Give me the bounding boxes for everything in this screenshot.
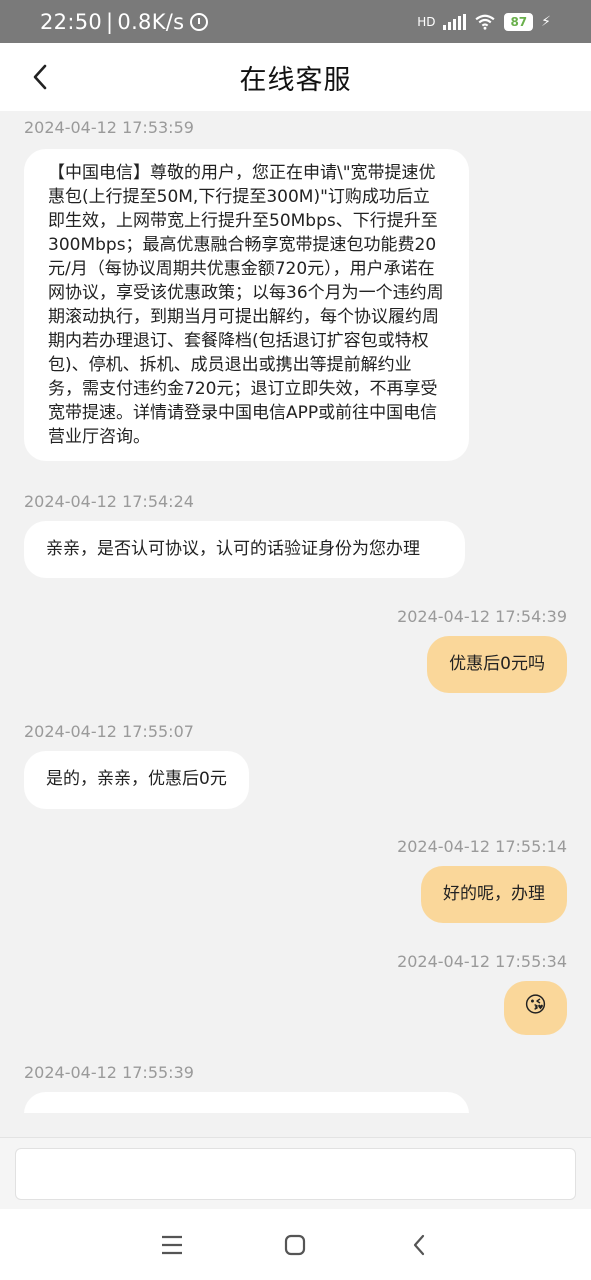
alarm-icon [190, 12, 209, 31]
page-title: 在线客服 [239, 64, 352, 96]
incoming-message-bubble [24, 1092, 469, 1113]
charging-icon: ⚡ [541, 13, 551, 30]
wifi-icon [475, 14, 496, 30]
battery-level: 87 [510, 14, 528, 29]
input-area [0, 1137, 591, 1209]
header: 在线客服 [0, 43, 591, 111]
message-timestamp: 2024-04-12 17:55:39 [24, 1063, 194, 1082]
signal-icon [443, 13, 467, 30]
message-timestamp: 2024-04-12 17:53:59 [24, 118, 194, 137]
hd-label: HD [417, 14, 436, 29]
status-separator: | [106, 9, 114, 34]
status-time: 22:50 [40, 9, 103, 34]
incoming-message-bubble: 是的，亲亲，优惠后0元 [24, 751, 249, 809]
recent-apps-button[interactable] [152, 1225, 192, 1265]
outgoing-emoji-bubble: 😘 [504, 981, 567, 1035]
status-right: HD 87 ⚡ [417, 12, 551, 31]
outgoing-message-bubble: 好的呢，办理 [421, 866, 567, 923]
back-button[interactable] [20, 57, 60, 97]
status-speed: 0.8K/s [117, 9, 185, 34]
outgoing-message-bubble: 优惠后0元吗 [427, 636, 567, 693]
message-timestamp: 2024-04-12 17:55:34 [397, 952, 567, 971]
system-nav-bar [0, 1209, 591, 1280]
battery-icon: 87 [504, 12, 534, 31]
system-back-button[interactable] [399, 1225, 439, 1265]
chat-list[interactable]: 2024-04-12 17:53:59 【中国电信】尊敬的用户，您正在申请\"宽… [0, 111, 591, 1113]
message-timestamp: 2024-04-12 17:54:24 [24, 492, 194, 511]
chevron-left-icon [414, 1234, 425, 1255]
message-input[interactable] [15, 1148, 576, 1200]
message-timestamp: 2024-04-12 17:55:07 [24, 722, 194, 741]
message-timestamp: 2024-04-12 17:54:39 [397, 607, 567, 626]
chevron-left-icon [33, 64, 47, 90]
message-timestamp: 2024-04-12 17:55:14 [397, 837, 567, 856]
incoming-message-bubble: 亲亲，是否认可协议，认可的话验证身份为您办理 [24, 521, 465, 578]
square-icon [285, 1234, 306, 1255]
incoming-message-bubble: 【中国电信】尊敬的用户，您正在申请\"宽带提速优惠包(上行提至50M,下行提至3… [24, 149, 469, 461]
status-left: 22:50 | 0.8K/s [40, 9, 209, 34]
home-button[interactable] [275, 1225, 315, 1265]
menu-icon [161, 1235, 182, 1254]
status-bar: 22:50 | 0.8K/s HD 87 ⚡ [0, 0, 591, 43]
